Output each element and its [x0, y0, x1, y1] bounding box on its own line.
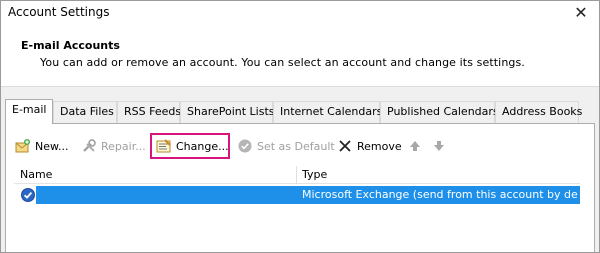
- tab-published-calendars[interactable]: Published Calendars: [380, 101, 499, 123]
- new-button-label: New...: [35, 139, 69, 153]
- repair-button-label: Repair...: [101, 139, 146, 153]
- close-button[interactable]: ✕: [571, 3, 591, 23]
- account-row[interactable]: Microsoft Exchange (send from this accou…: [14, 186, 580, 204]
- default-account-check-icon: [20, 187, 36, 203]
- account-settings-window: Account Settings ✕ E-mail Accounts You c…: [0, 0, 600, 253]
- accounts-list: Name Type Microsoft Exchange (send from …: [14, 166, 580, 252]
- section-heading: E-mail Accounts: [21, 39, 120, 52]
- window-title: Account Settings: [8, 5, 110, 19]
- title-bar: Account Settings ✕: [1, 1, 599, 27]
- repair-button[interactable]: Repair...: [78, 133, 149, 159]
- tab-email[interactable]: E-mail: [5, 99, 53, 124]
- new-account-icon: [15, 138, 31, 154]
- move-up-button[interactable]: [404, 133, 426, 159]
- remove-button[interactable]: Remove: [334, 133, 405, 159]
- column-header-type[interactable]: Type: [302, 166, 327, 184]
- set-as-default-label: Set as Default: [257, 139, 335, 153]
- tab-internet-calendars[interactable]: Internet Calendars: [273, 101, 382, 123]
- header-panel: E-mail Accounts You can add or remove an…: [1, 27, 599, 87]
- change-button-label: Change...: [176, 139, 229, 153]
- arrow-down-icon: [431, 138, 447, 154]
- column-header-name[interactable]: Name: [20, 166, 52, 184]
- column-divider[interactable]: [296, 166, 297, 184]
- new-button[interactable]: New...: [12, 133, 71, 159]
- remove-button-label: Remove: [357, 139, 402, 153]
- section-description: You can add or remove an account. You ca…: [40, 56, 525, 69]
- tools-icon: [81, 138, 97, 154]
- change-button[interactable]: Change...: [153, 133, 232, 159]
- arrow-up-icon: [407, 138, 423, 154]
- list-header: Name Type: [14, 166, 580, 184]
- change-settings-icon: [156, 138, 172, 154]
- tab-sharepoint-lists[interactable]: SharePoint Lists: [180, 101, 275, 123]
- move-down-button[interactable]: [428, 133, 450, 159]
- tab-data-files[interactable]: Data Files: [53, 101, 117, 123]
- tab-rss-feeds[interactable]: RSS Feeds: [117, 101, 181, 123]
- account-toolbar: New... Repair... Change... Set as Defaul…: [12, 133, 592, 159]
- account-type-cell: Microsoft Exchange (send from this accou…: [302, 188, 578, 201]
- email-tab-panel: New... Repair... Change... Set as Defaul…: [5, 123, 595, 252]
- tab-address-books[interactable]: Address Books: [495, 101, 582, 123]
- checkmark-circle-icon: [237, 138, 253, 154]
- x-icon: [337, 138, 353, 154]
- set-as-default-button[interactable]: Set as Default: [234, 133, 338, 159]
